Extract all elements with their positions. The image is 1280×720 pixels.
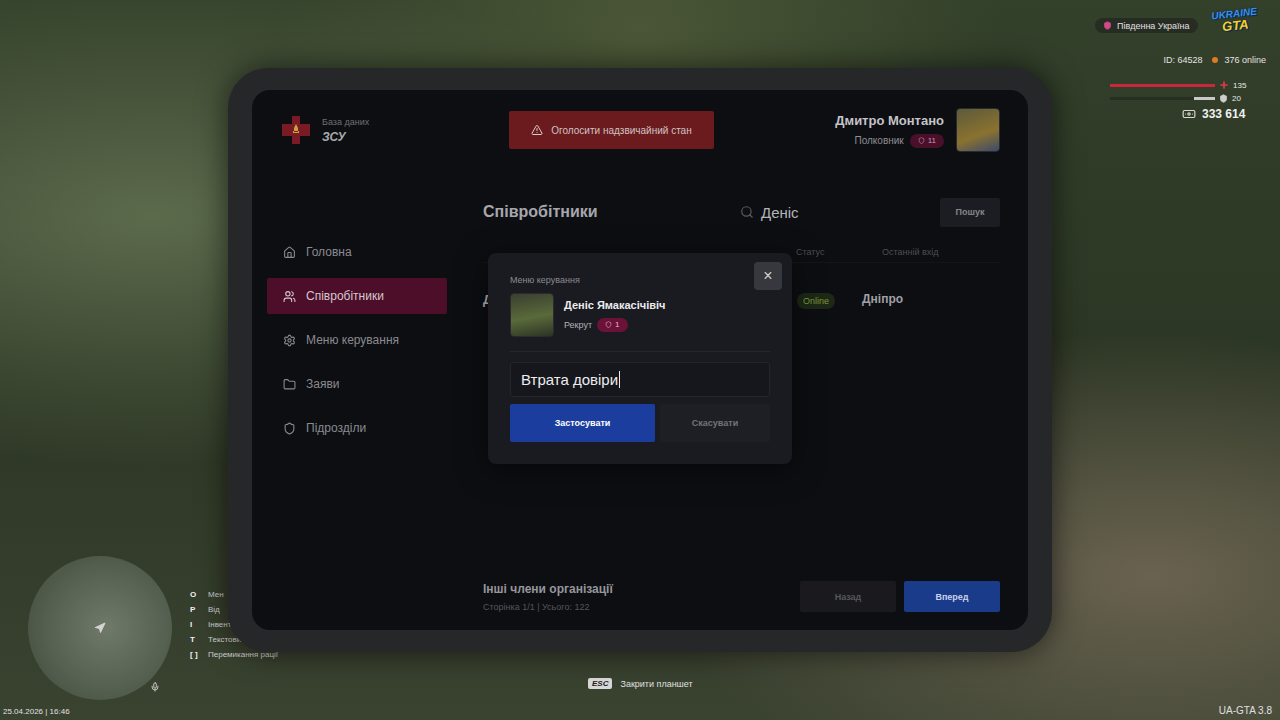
esc-key: ESC (588, 678, 612, 689)
sidebar-item[interactable]: Меню керування (267, 322, 447, 358)
search-icon (740, 205, 754, 219)
brand: База данихЗСУ (280, 114, 509, 146)
status-badge: Online (797, 293, 835, 309)
page-title: Співробітники (483, 203, 740, 221)
server-info: ID: 64528376 online (1163, 55, 1266, 65)
level-badge: 1 (597, 318, 627, 332)
user-avatar (956, 108, 1000, 152)
armor-bar (1110, 97, 1215, 100)
pager-button[interactable]: Вперед (904, 581, 1000, 612)
sidebar-item[interactable]: Підрозділи (267, 410, 447, 446)
sidebar-item-icon (283, 422, 296, 435)
text-caret (619, 371, 620, 388)
search-field[interactable]: Деніс (740, 204, 940, 221)
shield-icon (918, 137, 925, 144)
shield-icon (605, 321, 612, 328)
game-logo: UKRAINEGTA (1211, 7, 1259, 35)
sidebar-item[interactable]: Заяви (267, 366, 447, 402)
user-profile: Дмитро МонтаноПолковник11 (835, 108, 1000, 152)
level-badge: 11 (910, 134, 944, 148)
close-button[interactable]: × (754, 262, 782, 290)
column-header: Статус (796, 247, 882, 257)
header: База данихЗСУОголосити надзвичайний стан… (267, 106, 1000, 154)
sidebar-item-icon (283, 334, 296, 347)
sidebar-item[interactable]: Співробітники (267, 278, 447, 314)
money: 333 614 (1182, 107, 1246, 121)
member-info: Деніс ЯмакасічівічРекрут1 (510, 293, 770, 337)
armor-icon (1219, 94, 1228, 103)
tablet: База данихЗСУОголосити надзвичайний стан… (228, 68, 1052, 652)
manage-modal: Меню керування×Деніс ЯмакасічівічРекрут1… (488, 253, 792, 464)
footer: Інші члени організаціїСторінка 1/1 | Усь… (483, 581, 1000, 612)
sidebar-item-icon (283, 246, 296, 259)
armor-row: 20 (1110, 94, 1246, 103)
sidebar-item-icon (283, 290, 296, 303)
voice-indicator (150, 682, 160, 692)
emergency-button[interactable]: Оголосити надзвичайний стан (509, 111, 714, 149)
sidebar-item[interactable]: Головна (267, 234, 447, 270)
region-indicator: Південна Україна (1095, 18, 1198, 33)
game-screen: Південна Україна UKRAINEGTA ID: 64528376 o… (0, 0, 1280, 720)
tablet-screen: База данихЗСУОголосити надзвичайний стан… (252, 90, 1028, 630)
player-arrow-icon (94, 622, 106, 634)
cancel-button[interactable]: Скасувати (660, 404, 770, 442)
sidebar-item-icon (283, 378, 296, 391)
shield-icon (1103, 21, 1112, 30)
money-icon (1182, 107, 1196, 121)
health-row: 135 (1110, 80, 1246, 90)
health-bar (1110, 84, 1215, 87)
member-avatar (510, 293, 554, 337)
sidebar: Головна Співробітники Меню керування Заяви П… (267, 234, 447, 612)
date-time: 25.04.2026 | 16:46 (3, 707, 70, 716)
player-stats: 135 20 333 614 (1110, 80, 1246, 121)
reason-input[interactable]: Втрата довіри (510, 362, 770, 397)
search-button[interactable]: Пошук (940, 198, 1000, 227)
zsu-emblem-icon (280, 114, 312, 146)
health-icon (1219, 80, 1229, 90)
column-header: Останній вхід (882, 247, 1000, 257)
pager-button[interactable]: Назад (800, 581, 896, 612)
minimap (28, 556, 172, 700)
apply-button[interactable]: Застосувати (510, 404, 655, 442)
warning-icon (531, 124, 543, 136)
online-dot (1212, 57, 1218, 63)
version: UA-GTA 3.8 (1219, 705, 1272, 716)
mic-icon (150, 682, 160, 692)
close-hint: ESCЗакрити планшет (588, 678, 693, 689)
